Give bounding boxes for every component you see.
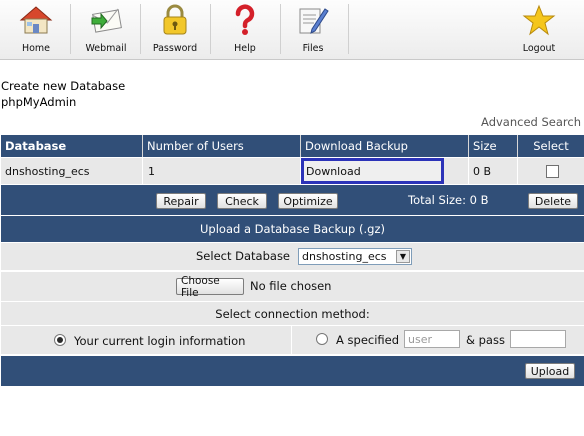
padlock-icon: [161, 0, 189, 40]
select-database-label: Select Database: [196, 249, 291, 263]
upload-button[interactable]: Upload: [525, 363, 575, 379]
download-cell: Download: [300, 158, 468, 184]
toolbar-divider: [210, 4, 211, 54]
webmail-icon: [88, 0, 124, 40]
column-header-database: Database: [5, 139, 67, 153]
toolbar-label: Password: [152, 43, 198, 54]
create-database-link[interactable]: Create new Database: [1, 79, 125, 93]
connection-options-row: Your current login information A specifi…: [1, 326, 584, 354]
password-input[interactable]: [510, 330, 566, 348]
files-button[interactable]: Files: [290, 0, 336, 60]
database-select-value: dnshosting_ecs: [302, 250, 387, 263]
and-pass-label: & pass: [466, 333, 505, 347]
table-row: dnshosting_ecs 1 Download 0 B: [1, 158, 584, 184]
toolbar-divider: [348, 4, 349, 54]
upload-bar: Upload: [1, 356, 584, 386]
choose-file-button[interactable]: Choose File: [176, 275, 244, 299]
select-cell: [517, 158, 584, 184]
help-button[interactable]: Help: [224, 0, 266, 60]
home-icon: [19, 0, 53, 40]
database-table-header: Database Number of Users Download Backup…: [1, 135, 584, 157]
toolbar-divider: [140, 4, 141, 54]
select-database-row: Select Database dnshosting_ecs ▼: [1, 243, 584, 270]
files-icon: [296, 0, 330, 40]
download-backup-link[interactable]: Download: [301, 158, 444, 184]
question-mark-icon: [233, 0, 257, 40]
chevron-down-icon: ▼: [396, 250, 410, 263]
toolbar-label: Webmail: [85, 43, 127, 54]
webmail-button[interactable]: Webmail: [80, 0, 132, 60]
logout-button[interactable]: Logout: [516, 0, 562, 60]
repair-button[interactable]: Repair: [156, 193, 206, 209]
column-header-size: Size: [468, 135, 517, 157]
database-name: dnshosting_ecs: [5, 164, 90, 178]
delete-button[interactable]: Delete: [528, 193, 578, 209]
column-header-select: Select: [517, 135, 584, 157]
current-login-label: Your current login information: [74, 334, 246, 348]
user-count: 1: [142, 158, 300, 184]
upload-title: Upload a Database Backup (.gz): [200, 222, 385, 236]
file-upload-row: Choose File No file chosen: [1, 272, 584, 301]
current-login-option: Your current login information: [1, 326, 291, 354]
no-file-chosen-text: No file chosen: [250, 279, 332, 293]
user-input[interactable]: user: [404, 330, 460, 348]
specified-login-radio[interactable]: [316, 333, 328, 345]
home-button[interactable]: Home: [12, 0, 60, 60]
toolbar-label: Help: [234, 43, 256, 54]
specified-login-label: A specified: [336, 333, 400, 347]
column-header-download: Download Backup: [300, 135, 468, 157]
optimize-button[interactable]: Optimize: [278, 193, 338, 209]
check-button[interactable]: Check: [217, 193, 267, 209]
top-toolbar: Home Webmail Password Help Files Logout: [0, 0, 584, 60]
upload-section-header: Upload a Database Backup (.gz): [1, 216, 584, 242]
current-login-radio[interactable]: [54, 334, 66, 346]
specified-login-option: A specified user & pass: [292, 326, 584, 354]
toolbar-divider: [70, 4, 71, 54]
advanced-search-link[interactable]: Advanced Search: [481, 115, 581, 129]
toolbar-label: Logout: [522, 43, 556, 54]
total-size: Total Size: 0 B: [408, 193, 489, 207]
password-button[interactable]: Password: [148, 0, 202, 60]
database-size: 0 B: [468, 158, 517, 184]
connection-method-label: Select connection method:: [215, 306, 370, 321]
actions-bar: Repair Check Optimize Total Size: 0 B De…: [1, 185, 584, 215]
database-select[interactable]: dnshosting_ecs ▼: [298, 248, 412, 265]
phpmyadmin-link[interactable]: phpMyAdmin: [1, 95, 76, 109]
toolbar-label: Home: [21, 43, 51, 54]
toolbar-divider: [280, 4, 281, 54]
select-checkbox[interactable]: [546, 165, 559, 178]
toolbar-label: Files: [302, 43, 324, 54]
column-header-users: Number of Users: [142, 135, 300, 157]
star-icon: [522, 0, 556, 40]
connection-method-row: Select connection method:: [1, 302, 584, 325]
